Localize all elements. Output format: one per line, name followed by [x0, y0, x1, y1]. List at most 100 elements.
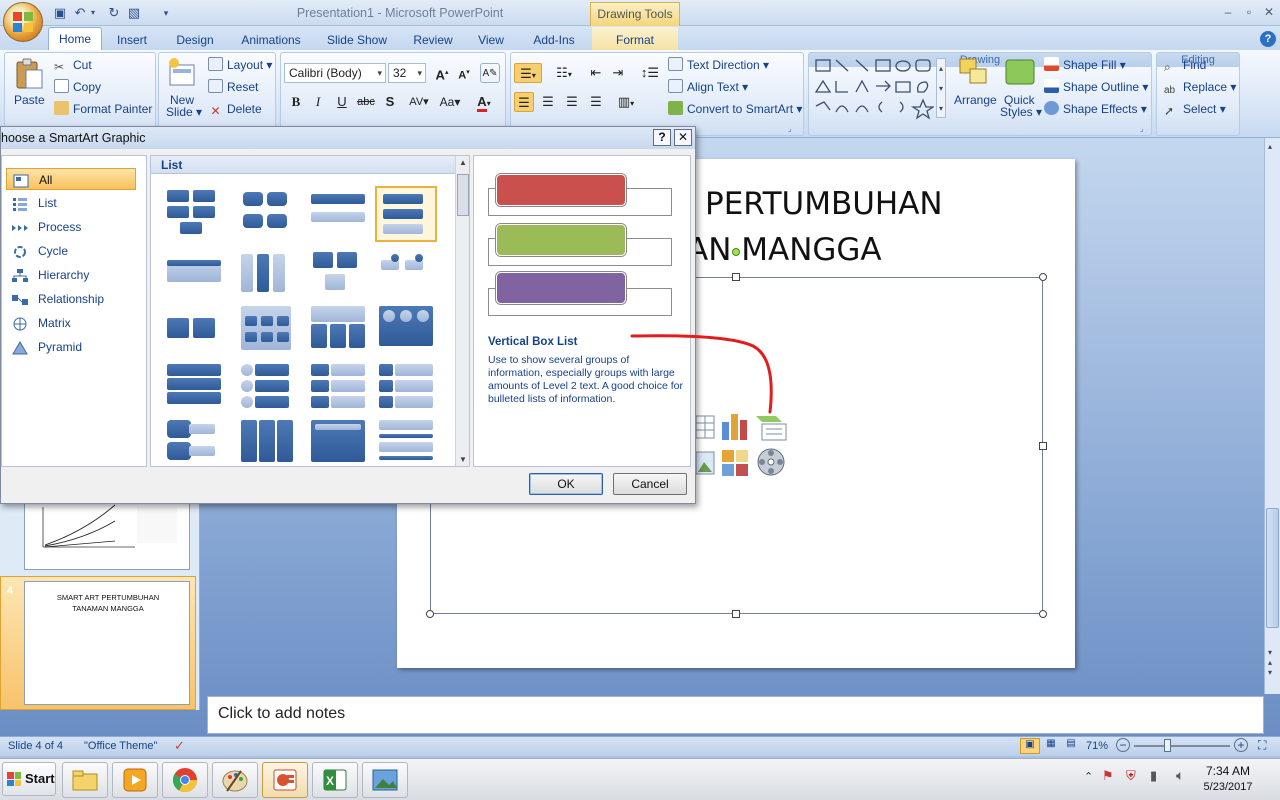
- new-slide-icon[interactable]: [166, 57, 196, 89]
- excel-taskbar-button[interactable]: X: [312, 762, 358, 798]
- layout-target-list[interactable]: [163, 416, 225, 466]
- spell-check-icon[interactable]: ✓: [174, 738, 185, 754]
- network-icon[interactable]: ▮: [1150, 768, 1157, 784]
- layout-vertical-box-list[interactable]: [375, 186, 437, 242]
- strikethrough-icon[interactable]: abc: [356, 92, 376, 112]
- layout-alternating-hexagons[interactable]: [237, 186, 299, 242]
- grow-font-icon[interactable]: A▴: [432, 63, 452, 83]
- justify-icon[interactable]: ☰: [586, 92, 606, 112]
- align-right-icon[interactable]: ☰: [562, 92, 582, 112]
- volume-icon[interactable]: 🔈︎: [1176, 767, 1184, 784]
- shapes-gallery[interactable]: [814, 58, 936, 120]
- undo-icon[interactable]: ↶: [72, 5, 88, 21]
- layout-bullet-list[interactable]: [307, 360, 369, 416]
- slide-title[interactable]: PERTUMBUHAN AN MANGGA: [687, 181, 1077, 273]
- format-painter-button[interactable]: Format Painter: [54, 101, 152, 117]
- clock-time[interactable]: 7:34 AM: [1196, 764, 1260, 778]
- shadow-icon[interactable]: S: [380, 92, 400, 112]
- layout-picture-caption-list[interactable]: [307, 246, 369, 302]
- start-button[interactable]: Start: [2, 762, 56, 796]
- insert-clipart-icon[interactable]: [720, 448, 750, 478]
- quick-styles-label-2[interactable]: Styles ▾: [1000, 104, 1042, 120]
- clear-format-icon[interactable]: A✎: [480, 63, 500, 83]
- tab-add-ins[interactable]: Add-Ins: [526, 30, 582, 50]
- tab-animations[interactable]: Animations: [234, 30, 308, 50]
- category-list-item[interactable]: List: [6, 192, 136, 214]
- select-button[interactable]: ➚ Select ▾: [1164, 101, 1226, 118]
- customize-qat-icon[interactable]: ▾: [158, 5, 174, 21]
- category-matrix[interactable]: Matrix: [6, 312, 136, 334]
- font-color-icon[interactable]: A▾: [470, 92, 498, 112]
- theme-name[interactable]: "Office Theme": [84, 740, 157, 752]
- shape-fill-button[interactable]: Shape Fill ▾: [1044, 57, 1126, 73]
- picture-icon[interactable]: ▧: [126, 5, 142, 21]
- rotate-handle[interactable]: [732, 248, 740, 256]
- photo-viewer-taskbar-button[interactable]: [362, 762, 408, 798]
- close-window-button[interactable]: ✕: [1261, 5, 1277, 19]
- layout-grouped-list[interactable]: [237, 302, 299, 358]
- layout-stacked-list[interactable]: [163, 360, 225, 416]
- category-cycle[interactable]: Cycle: [6, 240, 136, 262]
- minimize-button[interactable]: –: [1220, 5, 1236, 19]
- category-relationship[interactable]: Relationship: [6, 288, 136, 310]
- find-button[interactable]: ⌕ Find: [1164, 57, 1206, 74]
- dialog-help-button[interactable]: ?: [653, 129, 671, 146]
- zoom-slider[interactable]: [1134, 745, 1230, 747]
- dialog-close-button[interactable]: ✕: [674, 129, 692, 146]
- layout-horizontal-bullet-list[interactable]: [163, 246, 225, 302]
- clock-date[interactable]: 5/23/2017: [1196, 781, 1260, 793]
- layout-segmented-process[interactable]: [163, 302, 225, 358]
- font-size-select[interactable]: 32 ▾: [388, 63, 426, 83]
- resize-handle-n[interactable]: [732, 273, 740, 281]
- bullets-icon[interactable]: ☰▾: [514, 63, 542, 83]
- bold-icon[interactable]: B: [286, 92, 306, 112]
- numbering-icon[interactable]: ☷▾: [550, 63, 578, 83]
- action-center-icon[interactable]: ⚑: [1102, 768, 1114, 784]
- paste-icon[interactable]: [12, 58, 44, 90]
- replace-button[interactable]: ab Replace ▾: [1164, 79, 1236, 97]
- resize-handle-ne[interactable]: [1039, 273, 1047, 281]
- decrease-indent-icon[interactable]: ⇤: [586, 63, 606, 83]
- align-center-icon[interactable]: ☰: [538, 92, 558, 112]
- zoom-in-icon[interactable]: +: [1234, 738, 1248, 752]
- layout-vertical-bullet-list[interactable]: [237, 246, 299, 302]
- resize-handle-sw[interactable]: [426, 610, 434, 618]
- office-button[interactable]: [3, 2, 43, 42]
- underline-icon[interactable]: U: [332, 92, 352, 112]
- drawing-launcher-icon[interactable]: ⌟: [1140, 124, 1150, 134]
- explorer-taskbar-button[interactable]: [62, 762, 108, 798]
- layout-descending-block-list[interactable]: [375, 246, 437, 302]
- resize-handle-se[interactable]: [1039, 610, 1047, 618]
- copy-button[interactable]: Copy: [54, 79, 101, 95]
- category-process[interactable]: Process: [6, 216, 136, 238]
- increase-indent-icon[interactable]: ⇥: [608, 63, 628, 83]
- shapes-scroll[interactable]: ▴ ▾ ▾: [936, 58, 946, 118]
- convert-smartart-button[interactable]: Convert to SmartArt ▾: [668, 101, 802, 117]
- columns-icon[interactable]: ▥▾: [612, 92, 640, 112]
- layout-equation-list[interactable]: [375, 416, 437, 466]
- change-case-icon[interactable]: Aa▾: [436, 92, 464, 112]
- vertical-scrollbar[interactable]: ▴ ▾ ▴ ▾: [1264, 138, 1280, 694]
- powerpoint-taskbar-button[interactable]: [262, 762, 308, 798]
- category-hierarchy[interactable]: Hierarchy: [6, 264, 136, 286]
- shrink-font-icon[interactable]: A▾: [454, 63, 474, 83]
- layout-table-list[interactable]: [307, 302, 369, 358]
- layout-arrow-ribbon[interactable]: [237, 416, 299, 466]
- new-slide-label-2[interactable]: Slide ▾: [166, 104, 202, 120]
- line-spacing-icon[interactable]: ↕☰: [636, 63, 664, 83]
- paste-button[interactable]: Paste: [14, 92, 45, 108]
- paint-taskbar-button[interactable]: [212, 762, 258, 798]
- cut-button[interactable]: ✂ Cut: [54, 57, 92, 74]
- insert-chart-icon[interactable]: [720, 412, 750, 442]
- slideshow-view-icon[interactable]: ▤: [1062, 738, 1080, 754]
- tab-insert[interactable]: Insert: [108, 30, 156, 50]
- arrange-button[interactable]: Arrange: [954, 92, 997, 108]
- normal-view-icon[interactable]: ▣: [1020, 738, 1040, 754]
- text-direction-button[interactable]: Text Direction ▾: [668, 57, 769, 73]
- undo-dropdown-icon[interactable]: ▾: [88, 5, 98, 21]
- reset-button[interactable]: Reset: [208, 79, 258, 95]
- shape-effects-button[interactable]: Shape Effects ▾: [1044, 101, 1147, 117]
- layout-button[interactable]: Layout ▾: [208, 57, 272, 73]
- redo-icon[interactable]: ↻: [106, 5, 122, 21]
- category-all[interactable]: All: [6, 168, 136, 190]
